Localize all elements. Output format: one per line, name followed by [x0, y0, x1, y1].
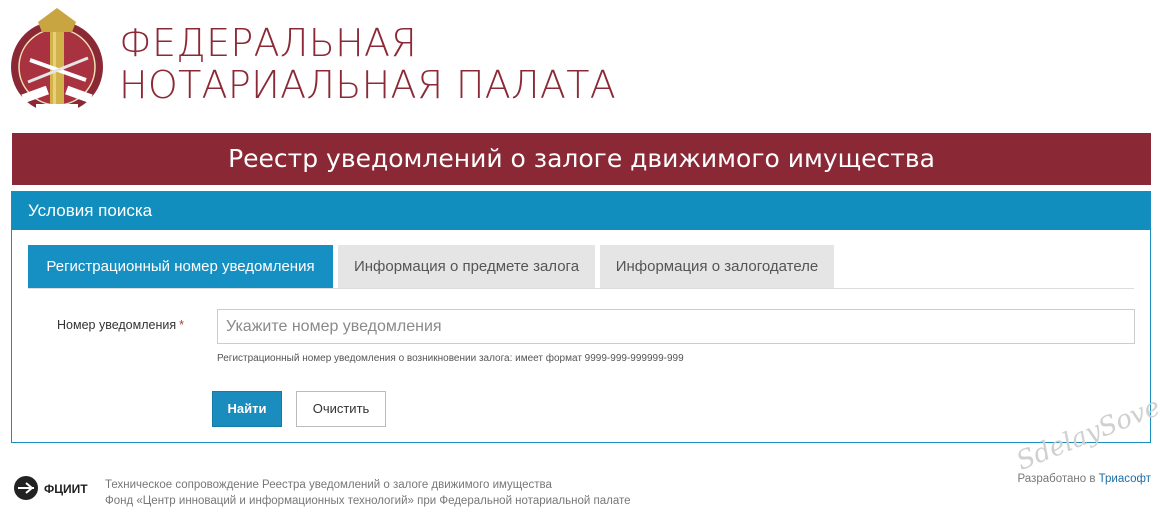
notification-number-label: Номер уведомления * — [57, 318, 184, 332]
tab-registration-number[interactable]: Регистрационный номер уведомления — [28, 245, 333, 288]
title-line-1: ФЕДЕРАЛЬНАЯ — [119, 21, 418, 65]
page-title: ФЕДЕРАЛЬНАЯ НОТАРИАЛЬНАЯ ПАЛАТА — [119, 22, 616, 106]
footer-line-1: Техническое сопровождение Реестра уведом… — [105, 479, 552, 491]
clear-button[interactable]: Очистить — [296, 391, 386, 427]
fciit-logo-text: ФЦИИТ — [44, 482, 88, 496]
notification-number-input[interactable] — [217, 309, 1135, 344]
notary-emblem-logo[interactable] — [8, 2, 106, 120]
notification-number-label-text: Номер уведомления — [57, 318, 177, 332]
search-panel-title: Условия поиска — [12, 192, 1150, 230]
developed-by-text: Разработано в — [1017, 473, 1096, 485]
required-mark: * — [179, 318, 184, 332]
developer-link[interactable]: Триасофт — [1099, 473, 1151, 485]
tab-pledge-subject[interactable]: Информация о предмете залога — [338, 245, 595, 288]
developer-credit: Разработано в Триасофт — [1018, 473, 1152, 485]
footer-info: Техническое сопровождение Реестра уведом… — [105, 477, 631, 509]
search-tabs: Регистрационный номер уведомления Информ… — [28, 245, 1134, 289]
title-line-2: НОТАРИАЛЬНАЯ ПАЛАТА — [119, 63, 617, 107]
fciit-logo[interactable]: ФЦИИТ — [12, 474, 92, 502]
find-button[interactable]: Найти — [212, 391, 282, 427]
registry-banner: Реестр уведомлений о залоге движимого им… — [12, 133, 1151, 185]
footer-line-2: Фонд «Центр инноваций и информационных т… — [105, 495, 631, 507]
notification-number-hint: Регистрационный номер уведомления о возн… — [217, 353, 684, 364]
tab-pledgor[interactable]: Информация о залогодателе — [600, 245, 834, 288]
search-panel: Условия поиска Регистрационный номер уве… — [11, 191, 1151, 443]
site-header: ФЕДЕРАЛЬНАЯ НОТАРИАЛЬНАЯ ПАЛАТА — [0, 0, 1158, 130]
